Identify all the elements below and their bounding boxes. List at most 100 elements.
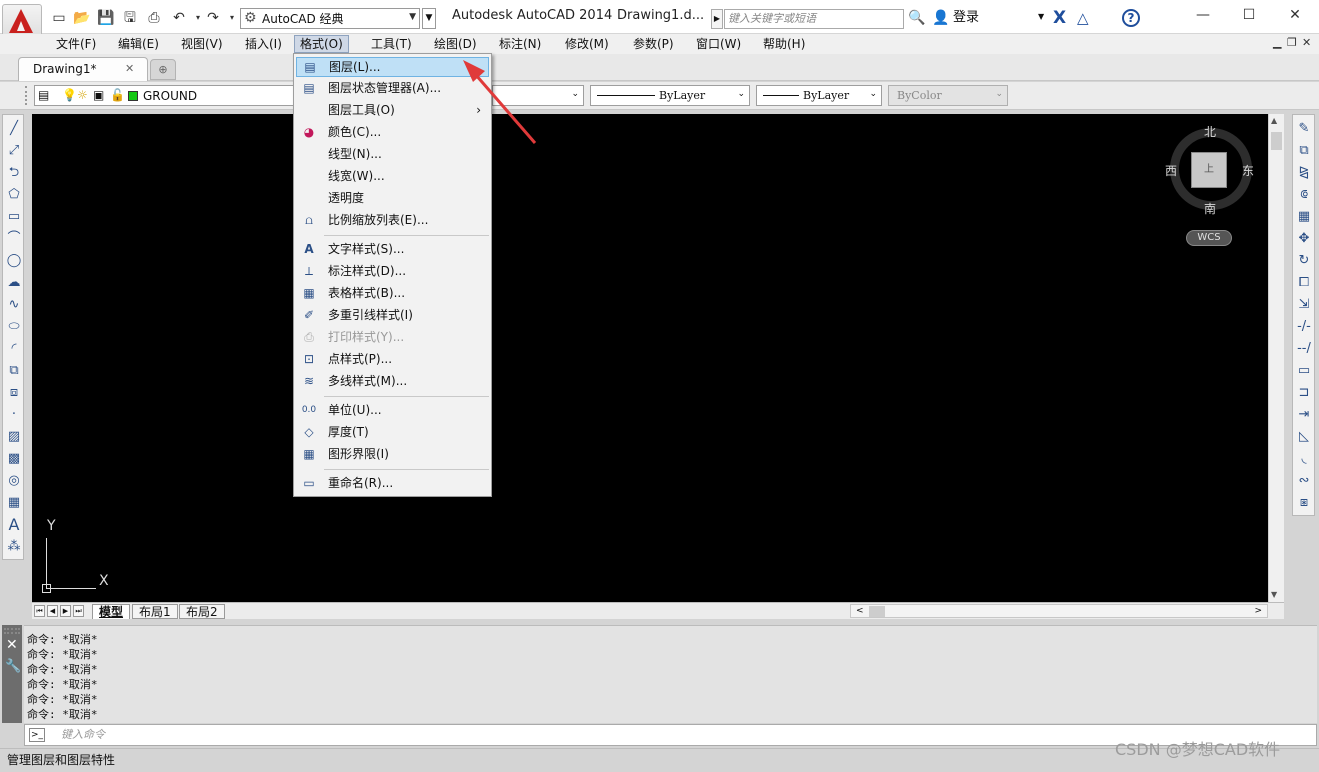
scroll-thumb[interactable]: [869, 606, 885, 617]
blend-curves-icon[interactable]: ∾: [1294, 471, 1314, 491]
scroll-left-icon[interactable]: <: [856, 606, 864, 617]
menu-item-units[interactable]: 0.0 单位(U)...: [296, 401, 489, 421]
point-icon[interactable]: ·: [4, 405, 24, 425]
table-icon[interactable]: ▦: [4, 493, 24, 513]
revcloud-icon[interactable]: ☁: [4, 273, 24, 293]
workspace-select[interactable]: ⚙ AutoCAD 经典 ▼: [240, 8, 420, 29]
viewcube-south[interactable]: 南: [1204, 202, 1216, 216]
viewcube-east[interactable]: 东: [1242, 164, 1254, 178]
close-icon[interactable]: ✕: [125, 62, 134, 75]
menu-dimension[interactable]: 标注(N): [494, 35, 546, 53]
menu-format[interactable]: 格式(O): [294, 35, 349, 53]
search-input[interactable]: 键入关键字或短语: [724, 9, 904, 29]
menu-item-mleader-style[interactable]: ✐ 多重引线样式(I): [296, 306, 489, 326]
layer-select[interactable]: ▤ 💡 ☼ ▣ 🔓 GROUND: [34, 85, 294, 106]
make-block-icon[interactable]: ⧈: [4, 383, 24, 403]
menu-edit[interactable]: 编辑(E): [113, 35, 164, 53]
array-icon[interactable]: ▦: [1294, 207, 1314, 227]
first-layout-icon[interactable]: ⏮: [34, 605, 45, 617]
insert-block-icon[interactable]: ⧉: [4, 361, 24, 381]
spline-icon[interactable]: ∿: [4, 295, 24, 315]
menu-window[interactable]: 窗口(W): [691, 35, 746, 53]
wcs-menu-button[interactable]: WCS: [1186, 230, 1232, 246]
redo-dropdown-icon[interactable]: ▾: [223, 10, 241, 26]
minimize-icon[interactable]: —: [1188, 5, 1218, 25]
menu-parametric[interactable]: 参数(P): [628, 35, 679, 53]
lineweight-select[interactable]: ByLayer ⌄: [756, 85, 882, 106]
menu-item-mline-style[interactable]: ≋ 多线样式(M)...: [296, 372, 489, 392]
explode-icon[interactable]: ⧆: [1294, 493, 1314, 513]
tab-layout1[interactable]: 布局1: [132, 604, 178, 619]
viewcube-top-face[interactable]: 上: [1191, 152, 1227, 188]
construction-line-icon[interactable]: ⤢: [4, 141, 24, 161]
menu-help[interactable]: 帮助(H): [758, 35, 810, 53]
ellipse-arc-icon[interactable]: ◜: [4, 339, 24, 359]
add-selected-icon[interactable]: ⁂: [4, 537, 24, 557]
doc-minimize-icon[interactable]: ▁: [1273, 36, 1281, 50]
copy-icon[interactable]: ⧉: [1294, 141, 1314, 161]
tab-layout2[interactable]: 布局2: [179, 604, 225, 619]
menu-item-lineweight[interactable]: 线宽(W)...: [296, 167, 489, 187]
last-layout-icon[interactable]: ⏭: [73, 605, 84, 617]
region-icon[interactable]: ◎: [4, 471, 24, 491]
doc-restore-icon[interactable]: ❐: [1287, 36, 1297, 50]
menu-insert[interactable]: 插入(I): [240, 35, 287, 53]
vertical-scrollbar[interactable]: ▲ ▼: [1268, 114, 1284, 602]
linetype-select[interactable]: ByLayer ⌄: [590, 85, 750, 106]
menu-item-thickness[interactable]: ◇ 厚度(T): [296, 423, 489, 443]
menu-item-scale-list[interactable]: ⩍ 比例缩放列表(E)...: [296, 211, 489, 231]
scroll-right-icon[interactable]: >: [1254, 606, 1262, 617]
offset-icon[interactable]: ⟃: [1294, 185, 1314, 205]
scroll-down-icon[interactable]: ▼: [1271, 590, 1277, 599]
save-as-icon[interactable]: 🖫: [121, 10, 139, 26]
rectangle-icon[interactable]: ▭: [4, 207, 24, 227]
hatch-icon[interactable]: ▨: [4, 427, 24, 447]
ellipse-icon[interactable]: ⬭: [4, 317, 24, 337]
polygon-icon[interactable]: ⬠: [4, 185, 24, 205]
arc-icon[interactable]: ⌒: [4, 229, 24, 249]
user-icon[interactable]: 👤: [932, 10, 949, 26]
toolbar-grip[interactable]: [25, 86, 29, 105]
break-icon[interactable]: ⊐: [1294, 383, 1314, 403]
rotate-icon[interactable]: ↻: [1294, 251, 1314, 271]
menu-item-transparency[interactable]: 透明度: [296, 189, 489, 209]
menu-modify[interactable]: 修改(M): [560, 35, 614, 53]
tab-model[interactable]: 模型: [92, 604, 131, 619]
menu-tools[interactable]: 工具(T): [366, 35, 417, 53]
next-layout-icon[interactable]: ▶: [60, 605, 71, 617]
extend-icon[interactable]: --/: [1294, 339, 1314, 359]
menu-draw[interactable]: 绘图(D): [429, 35, 482, 53]
mirror-icon[interactable]: ⧎: [1294, 163, 1314, 183]
fillet-icon[interactable]: ◟: [1294, 449, 1314, 469]
join-icon[interactable]: ⇥: [1294, 405, 1314, 425]
menu-file[interactable]: 文件(F): [51, 35, 101, 53]
new-file-icon[interactable]: ▭: [50, 10, 68, 26]
autodesk360-icon[interactable]: △: [1077, 9, 1089, 27]
command-prompt-icon[interactable]: >_: [29, 728, 45, 742]
doc-close-icon[interactable]: ✕: [1302, 36, 1311, 50]
menu-view[interactable]: 视图(V): [176, 35, 228, 53]
binoculars-icon[interactable]: 🔍: [908, 10, 925, 26]
mtext-icon[interactable]: A: [4, 515, 24, 535]
polyline-icon[interactable]: ⮌: [4, 163, 24, 183]
viewcube-north[interactable]: 北: [1204, 125, 1216, 139]
grip-icon[interactable]: [4, 628, 20, 634]
close-icon[interactable]: ✕: [1280, 5, 1310, 25]
new-tab-button[interactable]: ⊕: [150, 59, 176, 80]
redo-icon[interactable]: ↷: [204, 10, 222, 26]
save-icon[interactable]: 💾: [97, 10, 115, 26]
drawing-canvas[interactable]: [32, 114, 1268, 602]
gradient-icon[interactable]: ▩: [4, 449, 24, 469]
viewcube-west[interactable]: 西: [1165, 164, 1177, 178]
line-icon[interactable]: ╱: [4, 119, 24, 139]
menu-item-point-style[interactable]: ⊡ 点样式(P)...: [296, 350, 489, 370]
undo-icon[interactable]: ↶: [170, 10, 188, 26]
close-icon[interactable]: ✕: [6, 638, 18, 652]
scroll-thumb[interactable]: [1271, 132, 1282, 150]
quick-access-customize-button[interactable]: ▼: [422, 8, 436, 29]
maximize-icon[interactable]: ☐: [1234, 5, 1264, 25]
menu-item-rename[interactable]: ▭ 重命名(R)...: [296, 474, 489, 494]
help-icon[interactable]: ?: [1122, 9, 1140, 27]
scale-icon[interactable]: ⧠: [1294, 273, 1314, 293]
open-file-icon[interactable]: 📂: [73, 10, 91, 26]
